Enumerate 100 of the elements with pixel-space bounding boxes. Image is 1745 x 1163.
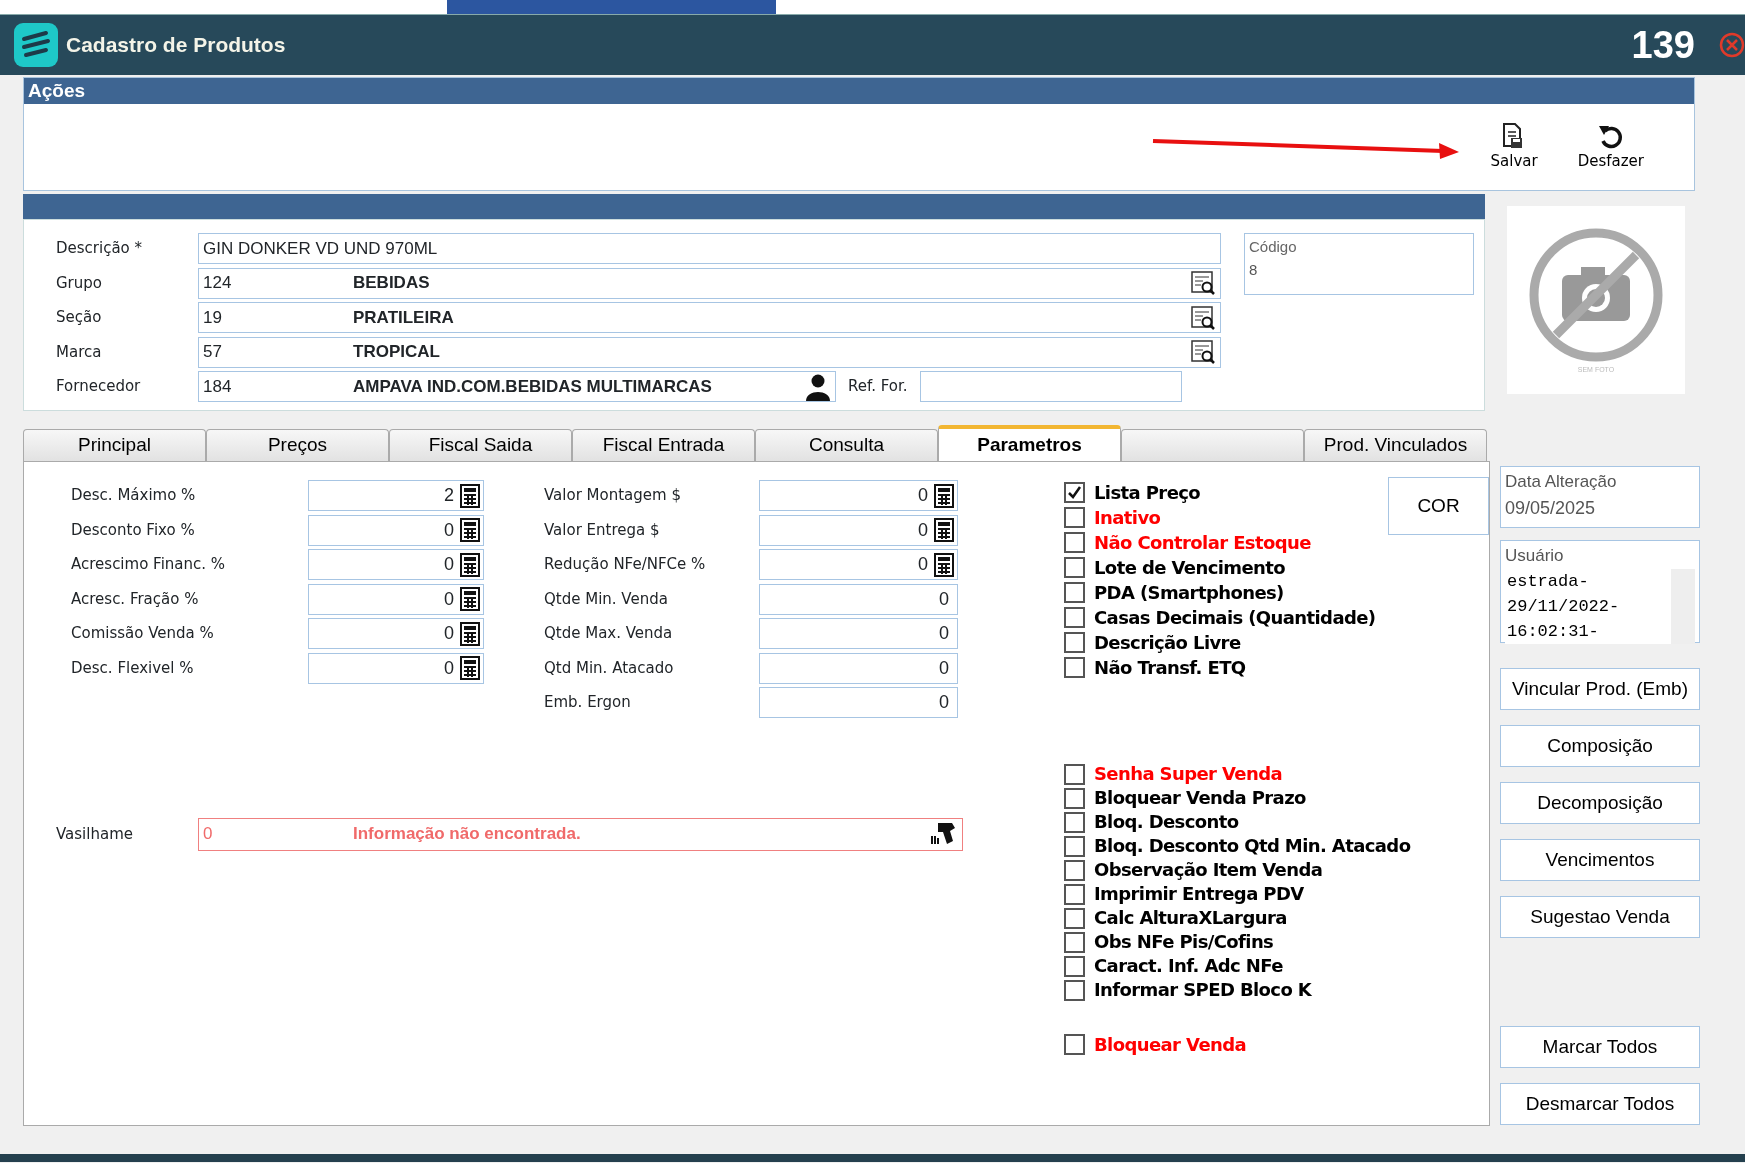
number-field[interactable]: 0 (759, 549, 958, 580)
checkbox[interactable] (1064, 907, 1085, 929)
checkbox-label: PDA (Smartphones) (1094, 581, 1284, 605)
calculator-icon[interactable] (460, 621, 480, 646)
lookup-icon[interactable] (1190, 270, 1216, 296)
field-label: Valor Montagem $ (544, 485, 682, 507)
checkbox[interactable] (1064, 883, 1085, 905)
user-text: estrada- (1507, 570, 1590, 593)
lookup-field[interactable]: 124 BEBIDAS (198, 267, 1221, 299)
field-value: 0 (939, 656, 949, 680)
number-field[interactable]: 0 (308, 514, 484, 546)
action-button[interactable]: Desmarcar Todos (1500, 1083, 1700, 1125)
checkbox-label: Bloq. Desconto (1094, 813, 1239, 831)
person-icon[interactable] (805, 372, 831, 401)
field-label: Emb. Ergon (544, 692, 632, 714)
user-text: 16:02:31- (1507, 620, 1600, 643)
name-text: TROPICAL (353, 341, 440, 364)
number-field[interactable]: 0 (759, 652, 958, 684)
calculator-icon[interactable] (460, 483, 480, 508)
tab[interactable]: Parametros (938, 425, 1121, 461)
checkbox-label: Bloq. Desconto Qtd Min. Atacado (1094, 837, 1411, 855)
code-text: 124 (203, 272, 233, 295)
text-field[interactable]: GIN DONKER VD UND 970ML (198, 233, 1221, 264)
checkbox[interactable] (1064, 763, 1085, 785)
name-text: BEBIDAS (353, 272, 430, 295)
field-label: Qtd Min. Atacado (544, 657, 675, 679)
checkbox-label: Inativo (1094, 506, 1161, 530)
number-field[interactable]: 0 (759, 583, 958, 615)
field-value: 0 (939, 691, 949, 714)
field-label: Redução NFe/NFCe % (544, 554, 707, 576)
code-text: 57 (203, 341, 223, 364)
tab[interactable]: Fiscal Saida (389, 429, 572, 461)
number-field[interactable]: 2 (308, 480, 484, 511)
tab[interactable]: Preços (206, 429, 389, 461)
checkbox[interactable] (1064, 507, 1085, 528)
field-value: 0 (918, 484, 928, 507)
checkbox[interactable] (1064, 607, 1085, 628)
lookup-field[interactable]: 19 PRATILEIRA (198, 302, 1221, 333)
action-button[interactable]: Vincular Prod. (Emb) (1500, 668, 1700, 710)
tab[interactable]: Prod. Vinculados (1304, 429, 1487, 461)
checkbox-label: Descrição Livre (1094, 631, 1241, 655)
checkbox[interactable] (1064, 582, 1085, 603)
action-button[interactable]: Decomposição (1500, 782, 1700, 824)
number-field[interactable]: 0 (759, 687, 958, 718)
checkbox[interactable] (1064, 835, 1085, 857)
action-button[interactable]: Marcar Todos (1500, 1026, 1700, 1068)
checkbox[interactable] (1064, 931, 1085, 953)
field-value: 2 (444, 484, 454, 507)
checkbox[interactable] (1064, 657, 1085, 678)
number-field[interactable]: 0 (759, 618, 958, 649)
calculator-icon[interactable] (934, 552, 954, 577)
number-field[interactable]: 0 (308, 549, 484, 580)
checkbox[interactable] (1064, 1034, 1085, 1055)
number-field[interactable]: 0 (759, 514, 958, 546)
field-label: Usuário (1505, 545, 1565, 567)
field-value: 0 (444, 622, 454, 645)
lookup-icon[interactable] (1190, 304, 1216, 331)
checkbox-label: Casas Decimais (Quantidade) (1094, 606, 1376, 630)
tab[interactable]: Fiscal Entrada (572, 429, 755, 461)
checkbox[interactable] (1064, 532, 1085, 553)
field-label: Marca (56, 341, 103, 363)
number-field[interactable]: 0 (308, 618, 484, 649)
save-button[interactable]: Salvar (1480, 119, 1548, 175)
undo-button[interactable]: Desfazer (1567, 119, 1654, 175)
lookup-field[interactable]: 184 AMPAVA IND.COM.BEBIDAS MULTIMARCAS (198, 371, 836, 402)
text-field[interactable] (919, 371, 1182, 402)
calculator-icon[interactable] (460, 518, 480, 542)
action-button[interactable]: Vencimentos (1500, 839, 1700, 881)
field-label: Data Alteração (1505, 471, 1618, 493)
code-text: 184 (203, 375, 233, 398)
lookup-field[interactable]: 57 TROPICAL (198, 336, 1221, 368)
checkbox[interactable] (1064, 482, 1085, 503)
number-field[interactable]: 0 (308, 652, 484, 684)
field-label: Desconto Fixo % (71, 519, 196, 541)
checkbox[interactable] (1064, 811, 1085, 833)
tab[interactable]: Consulta (755, 429, 938, 461)
field-value: 0 (444, 518, 454, 542)
checkbox[interactable] (1064, 787, 1085, 809)
number-field[interactable]: 0 (308, 583, 484, 615)
calculator-icon[interactable] (934, 518, 954, 542)
calculator-icon[interactable] (460, 656, 480, 680)
checkbox[interactable] (1064, 979, 1085, 1001)
number-field[interactable]: 0 (759, 480, 958, 511)
name-text: PRATILEIRA (353, 306, 454, 329)
checkbox[interactable] (1064, 557, 1085, 578)
action-button[interactable]: Sugestao Venda (1500, 896, 1700, 938)
calculator-icon[interactable] (934, 483, 954, 508)
checkbox[interactable] (1064, 955, 1085, 977)
user-text: 29/11/2022- (1507, 595, 1621, 618)
calculator-icon[interactable] (460, 587, 480, 611)
field-label: Código (1249, 237, 1298, 257)
lookup-icon[interactable] (1190, 339, 1216, 365)
color-button[interactable]: COR (1388, 477, 1489, 535)
tab[interactable]: Principal (23, 429, 206, 461)
calculator-icon[interactable] (460, 552, 480, 577)
checkbox[interactable] (1064, 859, 1085, 881)
field-value: 0 (918, 553, 928, 576)
checkbox-label: Bloquear Venda Prazo (1094, 789, 1306, 807)
checkbox[interactable] (1064, 632, 1085, 653)
action-button[interactable]: Composição (1500, 725, 1700, 767)
